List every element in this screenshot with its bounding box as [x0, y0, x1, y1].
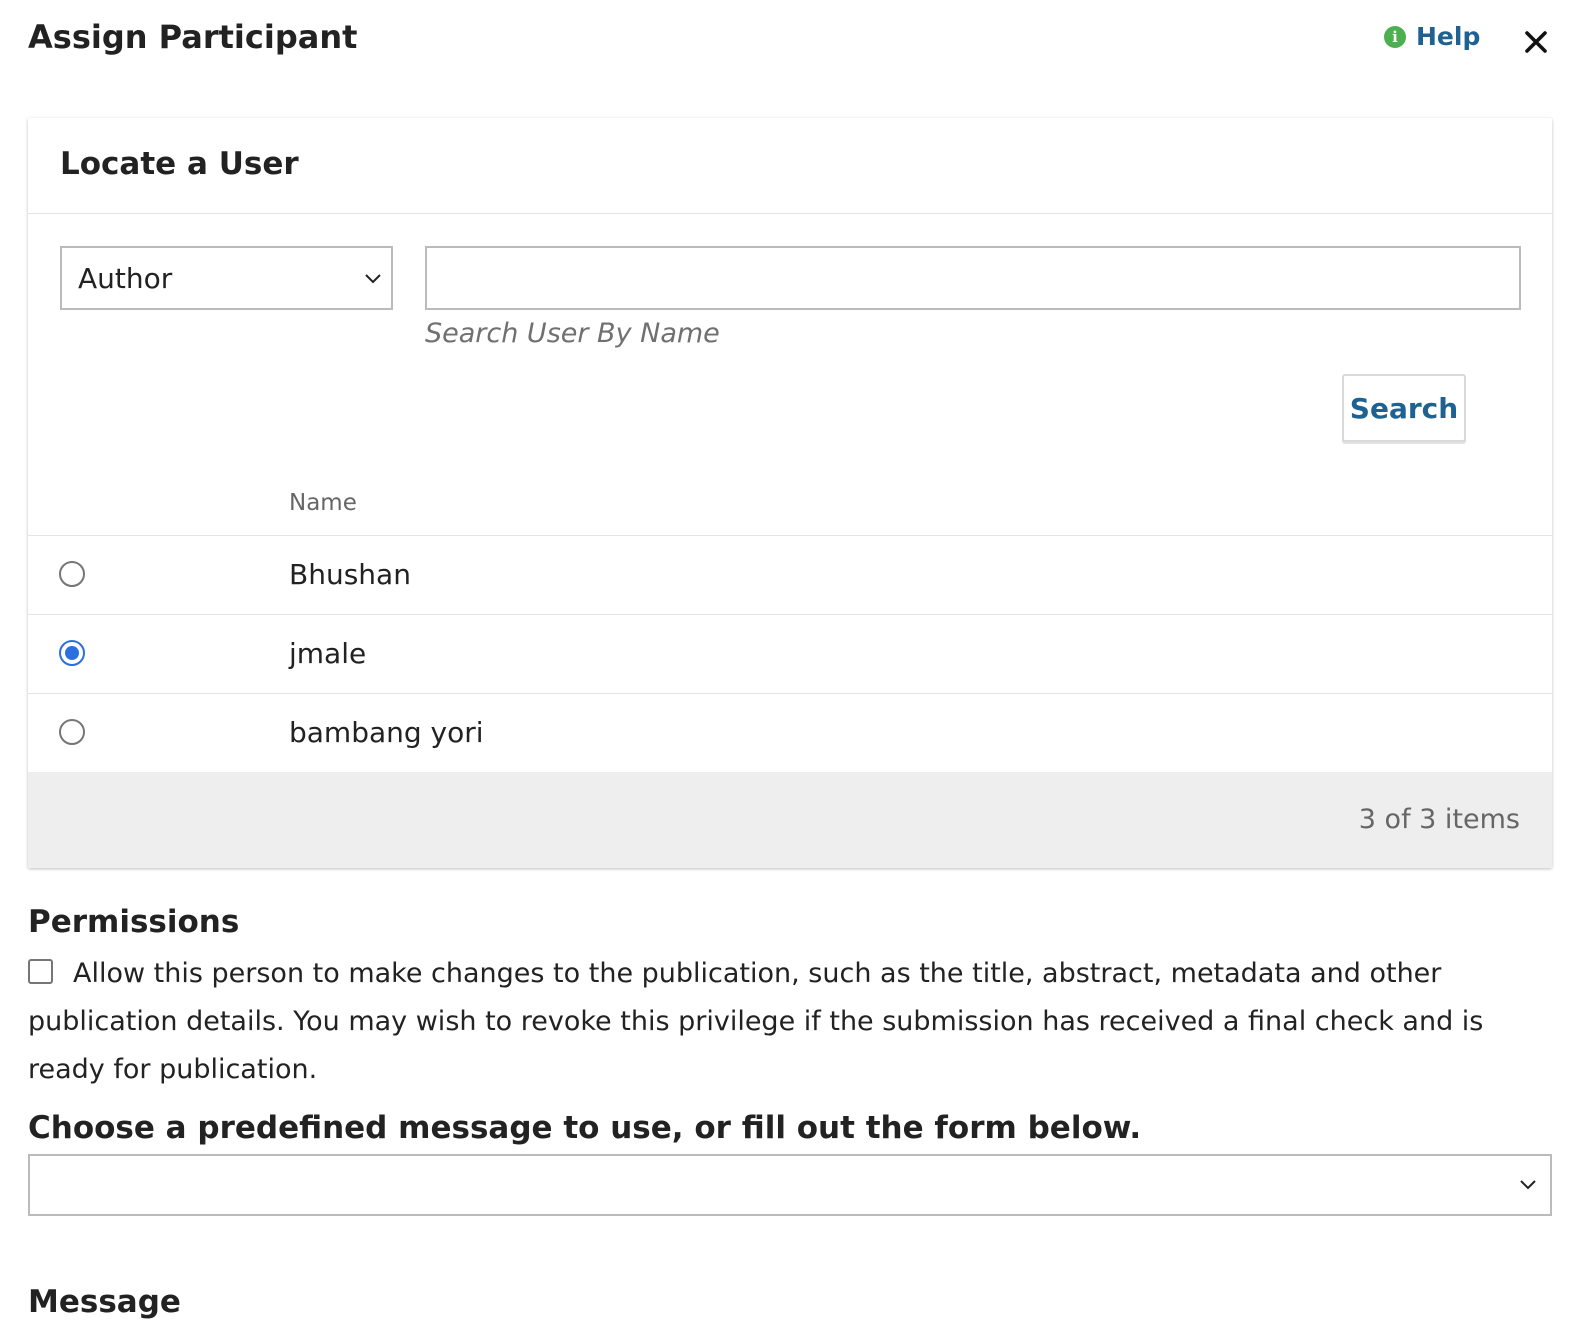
column-header-name: Name	[289, 490, 357, 516]
table-row[interactable]: jmale	[28, 615, 1552, 694]
help-label: Help	[1416, 22, 1481, 51]
item-count: 3 of 3 items	[1358, 804, 1520, 835]
template-label: Choose a predefined message to use, or f…	[28, 1110, 1142, 1146]
user-name: Bhushan	[289, 558, 411, 591]
message-label: Message	[28, 1284, 181, 1320]
table-row[interactable]: bambang yori	[28, 694, 1552, 773]
info-icon: i	[1384, 25, 1406, 48]
modal-title: Assign Participant	[28, 18, 358, 56]
table-header: Name	[28, 474, 1552, 536]
chevron-down-icon	[1520, 1180, 1536, 1190]
role-select-value: Author	[78, 261, 173, 295]
search-input[interactable]	[425, 246, 1521, 310]
permissions-label: Allow this person to make changes to the…	[28, 958, 1484, 1085]
panel-header: Locate a User	[28, 118, 1552, 214]
permissions-checkbox[interactable]	[28, 959, 53, 984]
user-radio[interactable]	[59, 561, 85, 587]
permissions-title: Permissions	[28, 904, 240, 940]
close-icon	[1525, 31, 1547, 53]
template-select[interactable]	[28, 1154, 1552, 1216]
panel-title: Locate a User	[60, 146, 299, 182]
user-radio[interactable]	[59, 719, 85, 745]
user-name: bambang yori	[289, 716, 484, 749]
users-table: Name Bhushan jmale bambang yori	[28, 474, 1552, 773]
user-name: jmale	[289, 637, 367, 670]
user-radio[interactable]	[59, 640, 85, 666]
table-footer: 3 of 3 items	[28, 772, 1552, 868]
help-link[interactable]: i Help	[1384, 22, 1480, 51]
chevron-down-icon	[365, 274, 381, 284]
assign-participant-modal: Assign Participant i Help Locate a User …	[0, 0, 1580, 1324]
search-input-help: Search User By Name	[425, 318, 720, 349]
role-select[interactable]: Author	[60, 246, 393, 310]
close-button[interactable]	[1518, 24, 1554, 60]
permissions-option: Allow this person to make changes to the…	[28, 950, 1558, 1094]
search-button[interactable]: Search	[1342, 374, 1466, 442]
table-row[interactable]: Bhushan	[28, 536, 1552, 615]
locate-user-panel: Locate a User Author Search User By Name…	[28, 118, 1552, 868]
